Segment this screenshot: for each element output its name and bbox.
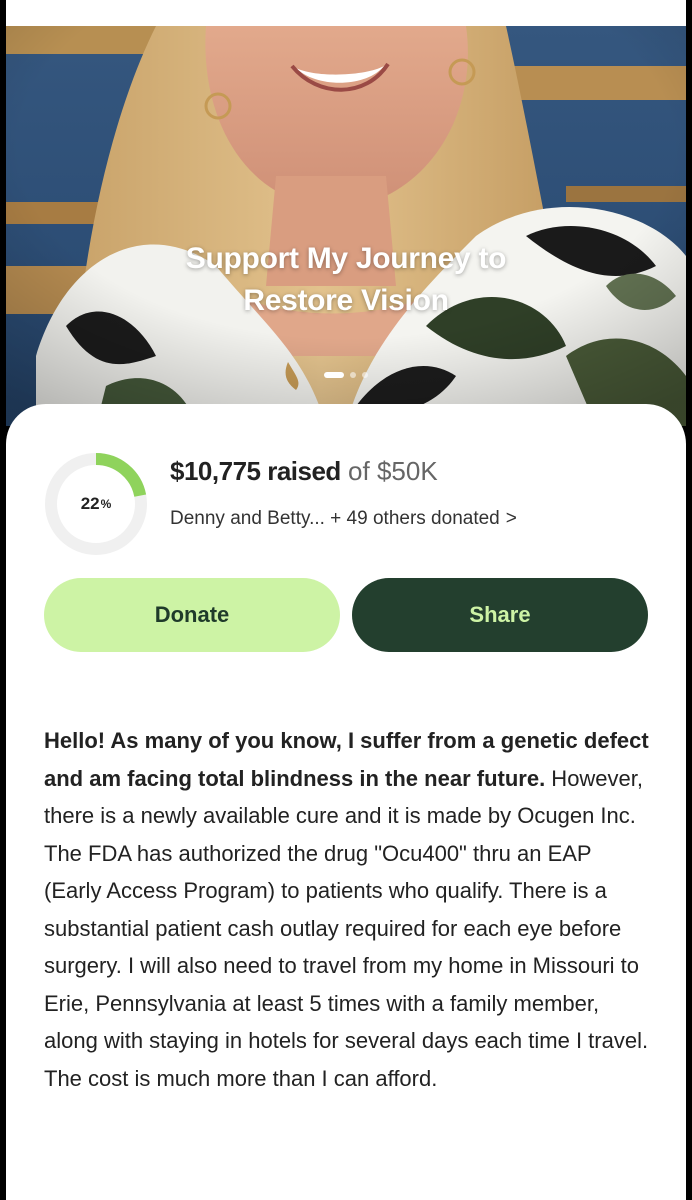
top-strip [6, 0, 686, 26]
campaign-hero-image[interactable]: Support My Journey to Restore Vision [6, 26, 686, 426]
donate-button[interactable]: Donate [44, 578, 340, 652]
raised-amount: $10,775 raised [170, 456, 341, 486]
campaign-title: Support My Journey to Restore Vision [6, 238, 686, 322]
progress-percent: 22% [44, 452, 148, 556]
carousel-indicator[interactable] [6, 372, 686, 378]
carousel-dot-1[interactable] [324, 372, 344, 378]
donors-text: Denny and Betty... + 49 others donated [170, 508, 500, 529]
chevron-right-icon: > [505, 508, 517, 529]
campaign-title-line-1: Support My Journey to [185, 242, 507, 275]
amount-raised: $10,775 raised of $50K [170, 456, 438, 487]
goal-amount: of $50K [348, 456, 438, 486]
share-button[interactable]: Share [352, 578, 648, 652]
story-body: However, there is a newly available cure… [44, 765, 649, 1091]
donors-link[interactable]: Denny and Betty... + 49 others donated > [170, 508, 517, 530]
frame-right-edge [686, 0, 692, 1200]
campaign-card: 22% $10,775 raised of $50K Denny and Bet… [6, 404, 686, 1200]
campaign-title-line-2: Restore Vision [243, 284, 449, 317]
hero-photo [6, 26, 686, 426]
campaign-story: Hello! As many of you know, I suffer fro… [44, 722, 654, 1097]
progress-percent-number: 22 [80, 494, 100, 513]
carousel-dot-3[interactable] [362, 372, 368, 378]
progress-percent-sign: % [100, 497, 112, 511]
carousel-dot-2[interactable] [350, 372, 356, 378]
progress-ring: 22% [44, 452, 148, 556]
